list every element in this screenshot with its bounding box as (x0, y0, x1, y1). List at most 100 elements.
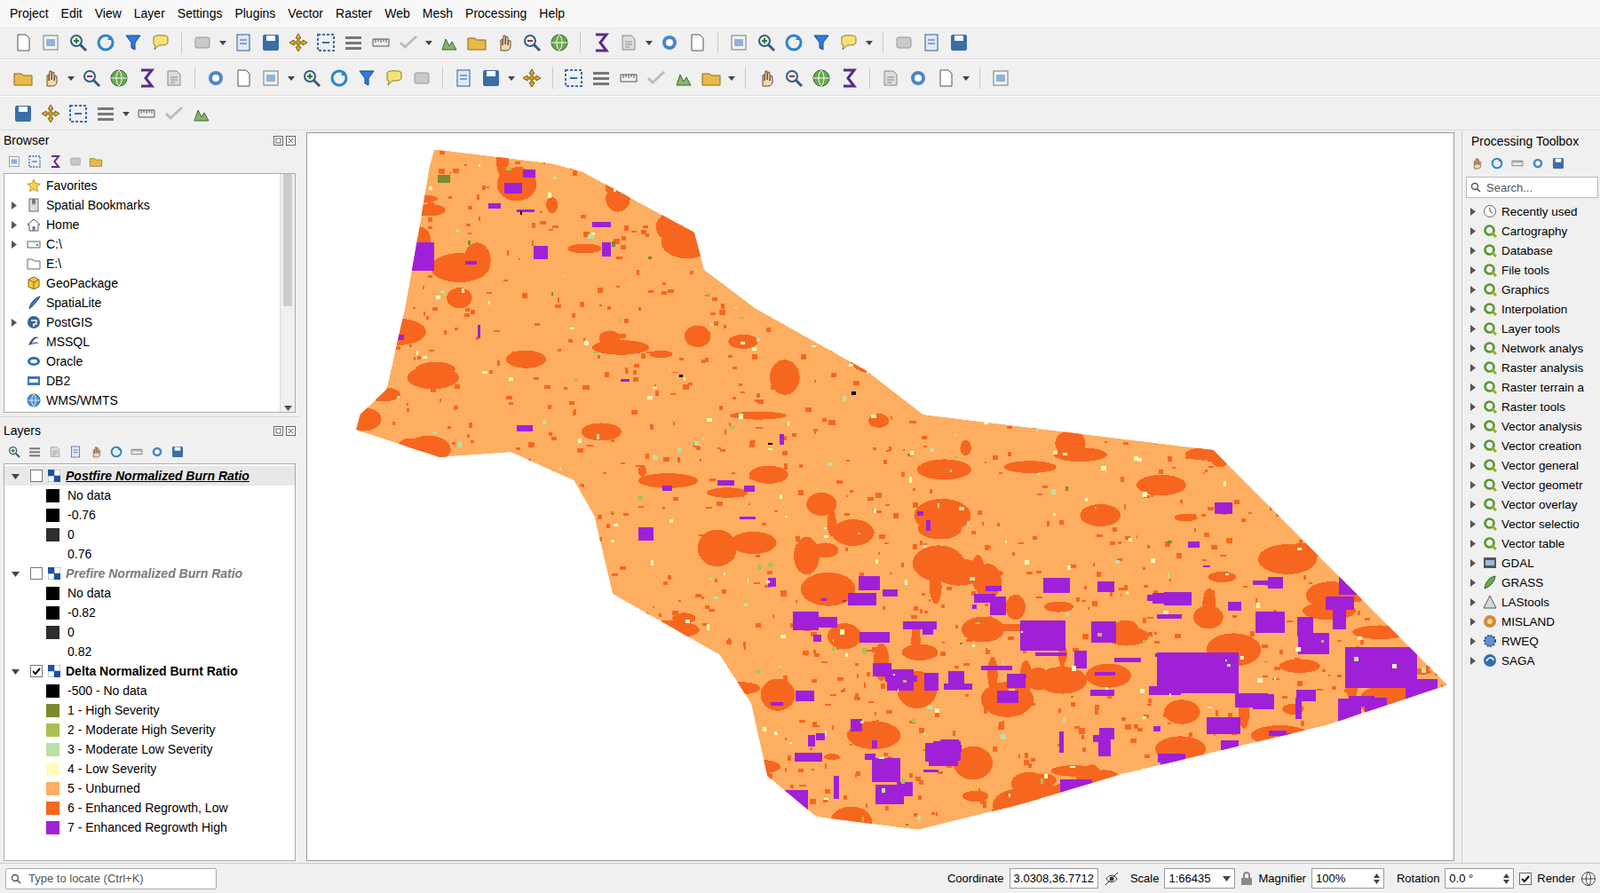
expand-arrow[interactable] (1465, 514, 1479, 534)
browser-item[interactable]: MSSQL (4, 332, 280, 352)
toolbar-icon[interactable] (617, 67, 640, 89)
toolbar-icon[interactable] (163, 67, 185, 89)
expand-arrow[interactable] (7, 312, 20, 333)
toolbar-icon[interactable] (755, 31, 777, 54)
toolbar-icon[interactable] (47, 444, 63, 460)
toolbar-icon[interactable] (466, 31, 488, 54)
toolbox-item[interactable]: RWEQ (1462, 631, 1600, 651)
toolbar-icon[interactable] (7, 444, 22, 460)
expand-arrow[interactable] (1465, 318, 1479, 339)
toolbox-item[interactable]: LAStools (1462, 592, 1600, 612)
dropdown-arrow-icon[interactable] (122, 110, 130, 118)
toolbar-icon[interactable] (783, 31, 805, 54)
scrollbar[interactable] (279, 174, 295, 412)
toolbar-icon[interactable] (342, 31, 365, 54)
toolbar-icon[interactable] (356, 67, 378, 89)
toolbar-icon[interactable] (645, 67, 667, 89)
expand-arrow[interactable] (7, 234, 20, 254)
expand-arrow[interactable] (1465, 494, 1479, 515)
toolbar-icon[interactable] (12, 31, 34, 54)
toolbox-item[interactable]: SAGA (1462, 650, 1600, 671)
toolbar-icon[interactable] (135, 102, 158, 125)
menu-item[interactable]: Settings (171, 4, 230, 23)
toolbar-icon[interactable] (27, 444, 42, 460)
toolbar-icon[interactable] (80, 67, 103, 89)
toolbar-icon[interactable] (920, 31, 943, 54)
toolbox-item[interactable]: Vector selectio (1462, 514, 1600, 534)
dropdown-arrow-icon[interactable] (219, 39, 227, 47)
toolbar-icon[interactable] (1510, 156, 1525, 171)
extents-toggle-icon[interactable] (1103, 871, 1120, 888)
toolbar-icon[interactable] (68, 154, 83, 169)
toolbar-icon[interactable] (67, 102, 89, 125)
toolbar-icon[interactable] (205, 67, 227, 89)
toolbox-item[interactable]: Raster tools (1462, 396, 1600, 417)
toolbox-item[interactable]: Vector analysis (1462, 416, 1600, 436)
toolbar-icon[interactable] (315, 31, 337, 54)
browser-item[interactable]: Oracle (4, 351, 280, 372)
toolbar-icon[interactable] (1530, 156, 1545, 171)
toolbar-icon[interactable] (170, 444, 185, 460)
expand-arrow[interactable] (1465, 416, 1479, 436)
layer-visibility-checkbox[interactable] (30, 567, 43, 580)
toolbar-icon[interactable] (700, 67, 722, 89)
expand-arrow[interactable] (1465, 572, 1479, 593)
float-icon[interactable] (273, 135, 284, 146)
toolbox-item[interactable]: Layer tools (1462, 318, 1600, 339)
toolbar-icon[interactable] (452, 67, 475, 89)
browser-item[interactable]: GeoPackage (4, 273, 280, 294)
menu-item[interactable]: Project (3, 4, 56, 23)
toolbar-icon[interactable] (370, 31, 392, 54)
expand-arrow[interactable] (1465, 396, 1479, 417)
layer-row[interactable]: Postfire Normalized Burn Ratio (4, 466, 295, 486)
toolbar-icon[interactable] (108, 67, 130, 89)
spin-buttons[interactable] (1373, 873, 1380, 885)
menu-item[interactable]: Mesh (416, 4, 460, 23)
layer-row[interactable]: Delta Normalized Burnt Ratio (4, 661, 295, 682)
expand-arrow[interactable] (1465, 611, 1479, 632)
expand-arrow[interactable] (1465, 201, 1479, 222)
toolbar-icon[interactable] (493, 31, 515, 54)
toolbar-icon[interactable] (300, 67, 323, 89)
toolbar-icon[interactable] (383, 67, 405, 89)
layer-row[interactable]: Prefire Normalized Burn Ratio (4, 563, 295, 584)
toolbar-icon[interactable] (190, 102, 213, 125)
toolbar-icon[interactable] (232, 31, 254, 54)
toolbar-icon[interactable] (438, 31, 460, 54)
toolbar-icon[interactable] (191, 31, 214, 54)
locator-input[interactable] (26, 871, 212, 887)
toolbox-item[interactable]: GRASS (1462, 572, 1600, 593)
browser-item[interactable]: SpatiaLite (4, 293, 280, 313)
crs-globe-icon[interactable] (1580, 871, 1597, 888)
browser-item[interactable]: PostGIS (4, 312, 280, 333)
dropdown-arrow-icon[interactable] (507, 74, 515, 82)
close-icon[interactable] (285, 135, 296, 146)
toolbox-item[interactable]: Vector general (1462, 455, 1600, 476)
toolbar-icon[interactable] (673, 67, 695, 89)
browser-item[interactable]: C:\ (4, 234, 280, 254)
toolbar-icon[interactable] (39, 67, 62, 89)
magnifier-spinbox[interactable]: 100% (1311, 868, 1385, 889)
toolbar-icon[interactable] (810, 67, 832, 89)
toolbar-icon[interactable] (480, 67, 502, 89)
toolbar-icon[interactable] (12, 102, 34, 125)
menu-item[interactable]: View (88, 4, 128, 23)
toolbar-icon[interactable] (728, 31, 750, 54)
toolbar-icon[interactable] (67, 31, 89, 54)
expand-arrow[interactable] (1465, 455, 1479, 476)
toolbox-item[interactable]: Graphics (1462, 279, 1600, 300)
dropdown-arrow-icon[interactable] (287, 74, 295, 82)
toolbox-item[interactable]: MISLAND (1462, 611, 1600, 632)
expand-arrow[interactable] (1465, 338, 1479, 358)
toolbar-icon[interactable] (135, 67, 158, 89)
toolbar-icon[interactable] (990, 67, 1012, 89)
expand-arrow[interactable] (8, 466, 22, 486)
layer-visibility-checkbox[interactable] (30, 665, 43, 678)
expand-arrow[interactable] (1465, 435, 1479, 456)
toolbar-icon[interactable] (1489, 156, 1505, 171)
toolbox-item[interactable]: Vector overlay (1462, 494, 1600, 515)
scale-combo[interactable]: 1:66435 (1164, 868, 1236, 889)
toolbox-item[interactable]: Interpolation (1462, 299, 1600, 319)
toolbar-icon[interactable] (1551, 156, 1566, 171)
toolbar-icon[interactable] (755, 67, 777, 89)
